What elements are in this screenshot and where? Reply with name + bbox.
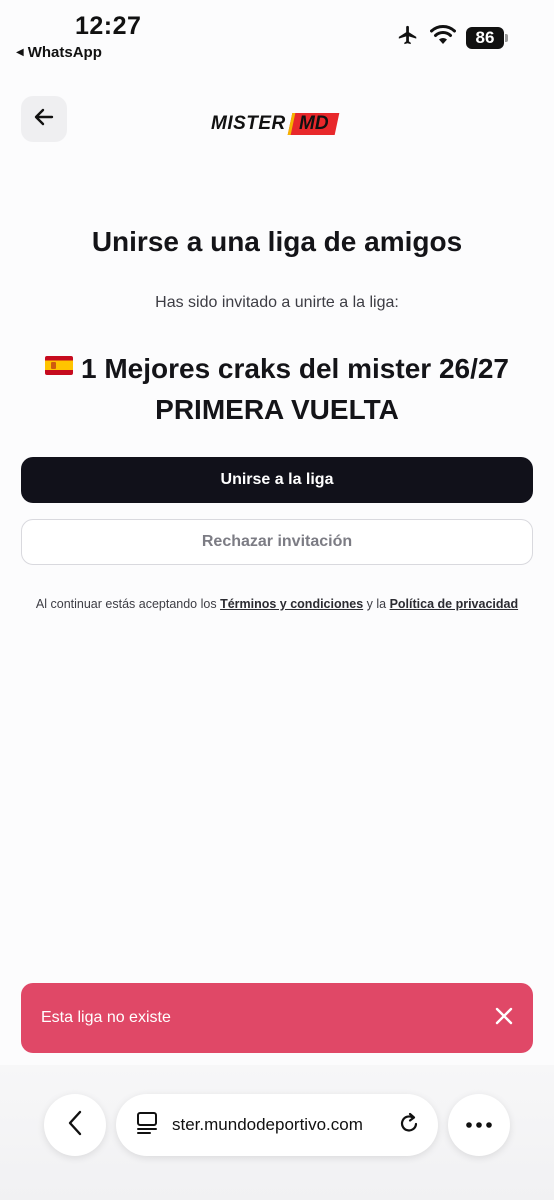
wifi-icon [430, 25, 456, 50]
error-toast: Esta liga no existe [21, 983, 533, 1053]
toast-message: Esta liga no existe [41, 1009, 171, 1026]
league-name-line2: PRIMERA VUELTA [155, 394, 399, 425]
page-menu-icon[interactable] [136, 1111, 158, 1140]
reload-icon[interactable] [398, 1111, 420, 1140]
status-bar: 12:27 ◀ WhatsApp 86 [0, 0, 554, 70]
arrow-left-icon [33, 106, 55, 133]
join-league-button[interactable]: Unirse a la liga [21, 457, 533, 503]
back-triangle-icon: ◀ [16, 47, 24, 58]
privacy-link[interactable]: Política de privacidad [390, 597, 519, 611]
legal-middle: y la [366, 597, 387, 611]
legal-notice: Al continuar estás aceptando los Término… [0, 597, 554, 611]
terms-link[interactable]: Términos y condiciones [220, 597, 363, 611]
url-text: ster.mundodeportivo.com [172, 1115, 363, 1134]
mister-md-logo: MISTER MD [211, 113, 339, 135]
back-app-label: WhatsApp [27, 44, 102, 61]
close-icon[interactable] [495, 1007, 513, 1030]
invite-subtitle: Has sido invitado a unirte a la liga: [155, 294, 399, 311]
browser-more-button[interactable] [448, 1094, 510, 1156]
logo-badge: MD [287, 113, 339, 135]
battery-indicator: 86 [466, 26, 508, 49]
chevron-left-icon [67, 1110, 83, 1141]
logo-text: MISTER [211, 113, 286, 134]
airplane-icon [396, 24, 420, 51]
spain-flag-icon [44, 356, 73, 375]
league-name-line1: 1 Mejores craks del mister 26/27 [80, 353, 510, 384]
reject-invitation-button[interactable]: Rechazar invitación [21, 519, 533, 565]
back-to-app-link[interactable]: ◀ WhatsApp [16, 44, 102, 61]
league-name: 1 Mejores craks del mister 26/27 PRIMERA… [20, 348, 534, 430]
status-icons: 86 [396, 24, 508, 51]
back-button[interactable] [21, 96, 67, 142]
status-time: 12:27 [75, 12, 142, 40]
browser-back-button[interactable] [44, 1094, 106, 1156]
legal-prefix: Al continuar estás aceptando los [35, 597, 217, 611]
page-title: Unirse a una liga de amigos [91, 226, 463, 257]
address-bar[interactable]: ster.mundodeportivo.com [116, 1094, 438, 1156]
more-dots-icon [465, 1116, 493, 1134]
